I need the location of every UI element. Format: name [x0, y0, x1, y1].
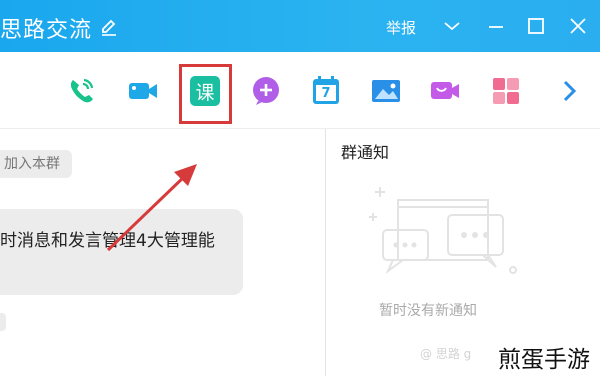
join-system-message: 加入本群 — [0, 150, 72, 178]
course-icon[interactable]: 课 — [188, 74, 222, 108]
edit-title-icon[interactable] — [99, 17, 119, 41]
album-icon[interactable] — [369, 74, 403, 108]
calendar-icon-label: 7 — [321, 86, 331, 101]
calendar-icon[interactable]: 7 — [309, 74, 343, 108]
minimize-icon[interactable] — [484, 14, 508, 38]
toolbar-divider — [0, 128, 600, 129]
maximize-icon[interactable] — [524, 14, 548, 38]
close-icon[interactable] — [566, 14, 590, 38]
report-button[interactable]: 举报 — [386, 17, 416, 38]
empty-notice-icon — [358, 185, 528, 289]
title-bar: 思路交流 举报 — [0, 0, 600, 52]
message-fragment — [0, 313, 6, 331]
live-icon[interactable] — [428, 74, 462, 108]
panel-divider — [325, 129, 326, 376]
apps-grid-icon[interactable] — [489, 74, 523, 108]
empty-notice-text: 暂时没有新通知 — [379, 303, 477, 319]
group-title: 思路交流 — [0, 18, 93, 43]
annotation-arrow — [100, 150, 210, 264]
watermark-small: @ 思路 g — [420, 347, 472, 361]
course-icon-label: 课 — [195, 82, 215, 104]
phone-call-icon[interactable] — [64, 74, 98, 108]
add-app-icon[interactable] — [250, 74, 284, 108]
chevron-right-icon[interactable] — [553, 74, 587, 108]
chevron-down-icon[interactable] — [440, 14, 464, 38]
video-call-icon[interactable] — [126, 74, 160, 108]
notice-panel-title: 群通知 — [341, 143, 390, 162]
watermark-large: 煎蛋手游 — [498, 347, 590, 373]
